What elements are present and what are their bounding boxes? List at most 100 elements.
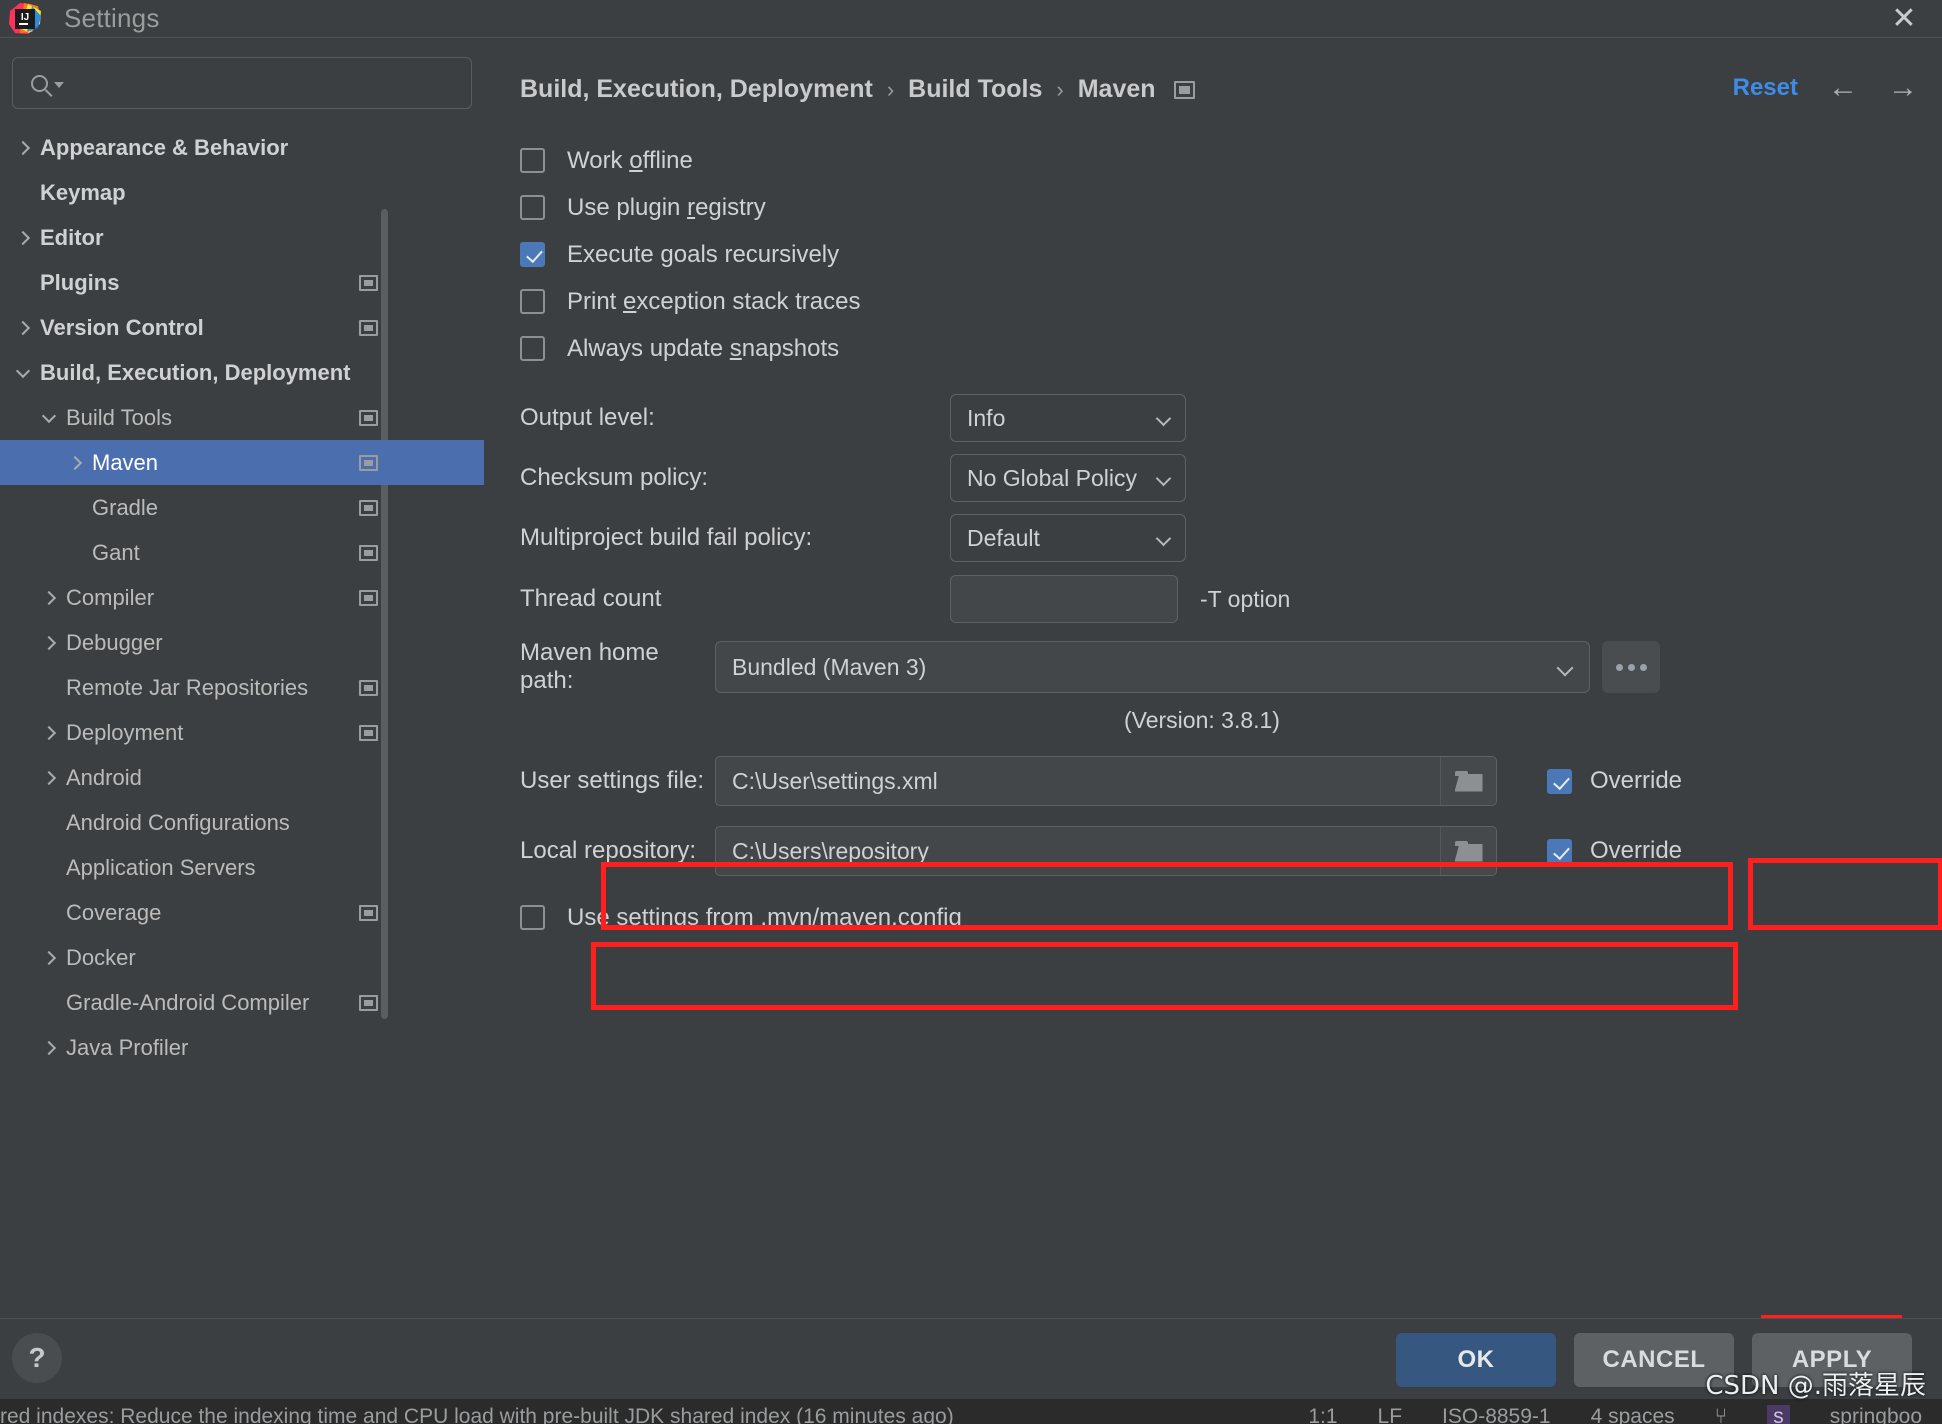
help-button[interactable]: ? xyxy=(12,1333,62,1383)
sidebar-item-build-execution-deployment[interactable]: Build, Execution, Deployment xyxy=(0,350,484,395)
checkbox-row-always-update-snapshots[interactable]: Always update snapshots xyxy=(520,325,1942,372)
sidebar-item-gradle[interactable]: Gradle xyxy=(0,485,484,530)
mvn-config-checkbox[interactable] xyxy=(520,905,545,930)
sidebar-item-remote-jar-repositories[interactable]: Remote Jar Repositories xyxy=(0,665,484,710)
sidebar-item-deployment[interactable]: Deployment xyxy=(0,710,484,755)
sidebar-item-java-profiler[interactable]: Java Profiler xyxy=(0,1025,484,1070)
sidebar-item-compiler[interactable]: Compiler xyxy=(0,575,484,620)
sidebar-item-gant[interactable]: Gant xyxy=(0,530,484,575)
sidebar-item-android-configurations[interactable]: Android Configurations xyxy=(0,800,484,845)
sidebar-item-gradle-android-compiler[interactable]: Gradle-Android Compiler xyxy=(0,980,484,1025)
maven-home-path-label: Maven home path: xyxy=(520,639,659,694)
breadcrumb-item-0[interactable]: Build, Execution, Deployment xyxy=(520,75,873,104)
checkbox-row-print-exception-stack-traces[interactable]: Print exception stack traces xyxy=(520,278,1942,325)
maven-home-path-value: Bundled (Maven 3) xyxy=(732,653,927,680)
sidebar-item-editor[interactable]: Editor xyxy=(0,215,484,260)
chevron-right-icon[interactable] xyxy=(36,1040,62,1055)
indent-size[interactable]: 4 spaces xyxy=(1591,1405,1675,1424)
chevron-down-icon[interactable] xyxy=(10,363,36,380)
close-icon[interactable]: ✕ xyxy=(1882,2,1926,36)
user-settings-override-checkbox[interactable] xyxy=(1547,768,1572,794)
chevron-right-icon[interactable] xyxy=(36,725,62,740)
sidebar-item-version-control[interactable]: Version Control xyxy=(0,305,484,350)
sidebar-item-coverage[interactable]: Coverage xyxy=(0,890,484,935)
line-separator[interactable]: LF xyxy=(1378,1405,1403,1424)
checkbox-row-execute-goals-recursively[interactable]: Execute goals recursively xyxy=(520,231,1942,278)
sidebar-item-docker[interactable]: Docker xyxy=(0,935,484,980)
forward-arrow-icon[interactable]: → xyxy=(1888,73,1918,103)
chevron-right-icon[interactable] xyxy=(10,230,36,245)
local-repository-override-checkbox[interactable] xyxy=(1547,838,1572,864)
chevron-down-icon[interactable] xyxy=(36,408,62,425)
checksum-policy-row: Checksum policy: No Global Policy xyxy=(520,454,1942,502)
chevron-right-icon[interactable] xyxy=(10,140,36,155)
project-config-icon xyxy=(359,904,378,921)
chevron-right-icon[interactable] xyxy=(36,590,62,605)
ok-button[interactable]: OK xyxy=(1396,1333,1556,1387)
branch-icon[interactable]: ⑂ xyxy=(1715,1405,1728,1424)
sidebar-item-plugins[interactable]: Plugins xyxy=(0,260,484,305)
back-arrow-icon[interactable]: ← xyxy=(1828,73,1858,103)
project-config-icon xyxy=(359,409,378,426)
thread-count-input[interactable] xyxy=(950,575,1178,623)
local-repository-override-row[interactable]: Override xyxy=(1547,837,1682,865)
thread-count-row: Thread count -T option xyxy=(520,575,1942,623)
maven-home-browse-button[interactable] xyxy=(1602,641,1660,693)
sidebar-item-application-servers[interactable]: Application Servers xyxy=(0,845,484,890)
execute-goals-recursively-checkbox[interactable] xyxy=(520,242,545,267)
always-update-snapshots-checkbox[interactable] xyxy=(520,336,545,361)
module-name[interactable]: springboo xyxy=(1830,1405,1922,1424)
user-settings-override-row[interactable]: Override xyxy=(1547,767,1682,795)
file-encoding[interactable]: ISO-8859-1 xyxy=(1442,1405,1551,1424)
search-box[interactable] xyxy=(12,57,472,109)
user-settings-file-row: User settings file: C:\User\settings.xml… xyxy=(520,756,1942,806)
checkbox-row-mvn-config[interactable]: Use settings from .mvn/maven.config xyxy=(520,894,1942,941)
sidebar-item-debugger[interactable]: Debugger xyxy=(0,620,484,665)
settings-main-panel: Build, Execution, Deployment › Build Too… xyxy=(484,39,1942,1318)
project-config-icon xyxy=(359,679,378,696)
sidebar-item-label: Java Profiler xyxy=(66,1034,189,1060)
sidebar-item-label: Gradle-Android Compiler xyxy=(66,989,310,1015)
user-settings-override-label: Override xyxy=(1590,767,1683,794)
reset-button[interactable]: Reset xyxy=(1733,74,1798,102)
chevron-right-icon[interactable] xyxy=(36,770,62,785)
search-input[interactable] xyxy=(74,71,404,95)
checkbox-row-use-plugin-registry[interactable]: Use plugin registry xyxy=(520,184,1942,231)
local-repository-input[interactable]: C:\Users\repository xyxy=(715,826,1497,876)
caret-position[interactable]: 1:1 xyxy=(1308,1405,1337,1424)
sidebar-item-maven[interactable]: Maven xyxy=(0,440,484,485)
sidebar-item-android[interactable]: Android xyxy=(0,755,484,800)
user-settings-file-value: C:\User\settings.xml xyxy=(732,767,938,794)
chevron-right-icon[interactable] xyxy=(36,950,62,965)
svg-text:IJ: IJ xyxy=(21,12,29,23)
sidebar-item-label: Editor xyxy=(40,224,104,250)
checkbox-row-work-offline[interactable]: Work offline xyxy=(520,137,1942,184)
breadcrumb-item-2[interactable]: Maven xyxy=(1078,75,1156,104)
sidebar-item-keymap[interactable]: Keymap xyxy=(0,170,484,215)
dialog-footer: ? OK CANCEL APPLY xyxy=(0,1318,1942,1399)
print-exception-stack-traces-checkbox[interactable] xyxy=(520,289,545,314)
multiproject-policy-select[interactable]: Default xyxy=(950,514,1186,562)
chevron-right-icon[interactable] xyxy=(62,455,88,470)
sidebar-item-build-tools[interactable]: Build Tools xyxy=(0,395,484,440)
chevron-right-icon[interactable] xyxy=(36,635,62,650)
breadcrumb-item-1[interactable]: Build Tools xyxy=(908,75,1042,104)
work-offline-checkbox[interactable] xyxy=(520,148,545,173)
sidebar-item-appearance-behavior[interactable]: Appearance & Behavior xyxy=(0,125,484,170)
search-icon xyxy=(31,74,64,92)
user-settings-file-browse-button[interactable] xyxy=(1440,757,1496,805)
user-settings-file-input[interactable]: C:\User\settings.xml xyxy=(715,756,1497,806)
output-level-select[interactable]: Info xyxy=(950,394,1186,442)
maven-home-path-select[interactable]: Bundled (Maven 3) xyxy=(715,641,1590,693)
breadcrumb-separator-1: › xyxy=(1056,76,1064,102)
local-repository-row: Local repository: C:\Users\repository Ov… xyxy=(520,826,1942,876)
search-wrapper xyxy=(0,39,484,109)
chevron-right-icon[interactable] xyxy=(10,320,36,335)
sidebar-item-label: Debugger xyxy=(66,629,163,655)
local-repository-browse-button[interactable] xyxy=(1440,827,1496,875)
use-plugin-registry-checkbox[interactable] xyxy=(520,195,545,220)
intellij-logo-icon: IJ xyxy=(8,2,42,36)
module-chip-icon: s xyxy=(1767,1405,1790,1424)
checksum-policy-select[interactable]: No Global Policy xyxy=(950,454,1186,502)
maven-settings-form: Work offline Use plugin registry Execute… xyxy=(484,135,1942,1318)
